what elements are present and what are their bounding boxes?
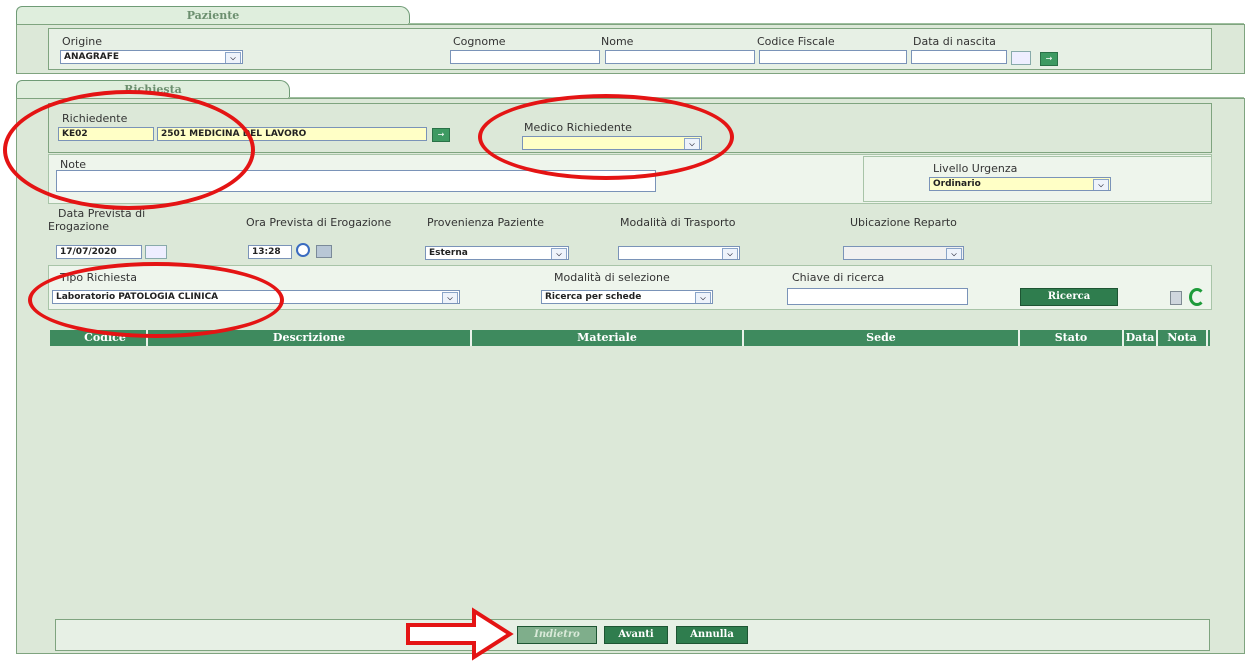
cancel-button[interactable]: Annulla — [676, 626, 748, 644]
transport-select[interactable]: ⌵ — [618, 246, 740, 260]
calendar-icon[interactable] — [145, 245, 167, 259]
refresh-icon[interactable] — [1189, 288, 1205, 306]
back-button[interactable]: Indietro — [517, 626, 597, 644]
annotation-ellipse-request-type — [28, 262, 284, 338]
column-header-stato[interactable]: Stato — [1020, 330, 1124, 346]
chevron-down-icon: ⌵ — [695, 292, 711, 303]
selection-mode-label: Modalità di selezione — [554, 271, 670, 284]
surname-input[interactable] — [450, 50, 600, 64]
patient-origin-label: Provenienza Paziente — [427, 216, 545, 229]
printer-icon[interactable] — [316, 245, 332, 258]
fiscal-code-label: Codice Fiscale — [757, 35, 835, 48]
birth-date-input[interactable] — [911, 50, 1007, 64]
annotation-ellipse-requester — [3, 90, 255, 210]
scheduled-time-input[interactable]: 13:28 — [248, 245, 292, 259]
transport-label: Modalità di Trasporto — [620, 216, 736, 229]
chevron-down-icon: ⌵ — [722, 248, 738, 259]
urgency-label: Livello Urgenza — [933, 162, 1018, 175]
clock-icon[interactable] — [296, 243, 310, 257]
tab-paziente[interactable]: Paziente — [16, 6, 410, 25]
chevron-down-icon: ⌵ — [946, 248, 962, 259]
ward-label: Ubicazione Reparto — [850, 216, 957, 229]
annotation-ellipse-doctor — [478, 94, 734, 180]
urgency-value: Ordinario — [933, 179, 981, 189]
column-header-nota[interactable]: Nota — [1158, 330, 1208, 346]
name-input[interactable] — [605, 50, 755, 64]
scheduled-date-label-2: Erogazione — [48, 220, 109, 233]
search-button[interactable]: Ricerca — [1020, 288, 1118, 306]
selection-mode-select[interactable]: Ricerca per schede ⌵ — [541, 290, 713, 304]
next-button[interactable]: Avanti — [604, 626, 668, 644]
chevron-down-icon: ⌵ — [551, 248, 567, 259]
patient-origin-value: Esterna — [429, 248, 468, 258]
chevron-down-icon: ⌵ — [1093, 179, 1109, 190]
search-key-label: Chiave di ricerca — [792, 271, 885, 284]
scheduled-date-input[interactable]: 17/07/2020 — [56, 245, 142, 259]
column-header-materiale[interactable]: Materiale — [472, 330, 744, 346]
urgency-select[interactable]: Ordinario ⌵ — [929, 177, 1111, 191]
chevron-down-icon: ⌵ — [225, 52, 241, 63]
surname-label: Cognome — [453, 35, 506, 48]
requester-go-button[interactable]: → — [432, 128, 450, 142]
birth-date-label: Data di nascita — [913, 35, 996, 48]
patient-origin-select[interactable]: Esterna ⌵ — [425, 246, 569, 260]
annotation-arrow-icon — [406, 607, 514, 661]
fiscal-code-input[interactable] — [759, 50, 907, 64]
origin-value: ANAGRAFE — [64, 52, 120, 62]
origin-label: Origine — [62, 35, 103, 48]
birth-date-go-button[interactable]: → — [1040, 52, 1058, 66]
column-header-data[interactable]: Data — [1124, 330, 1158, 346]
column-header-sede[interactable]: Sede — [744, 330, 1020, 346]
document-icon[interactable] — [1170, 291, 1182, 305]
scheduled-time-label: Ora Prevista di Erogazione — [246, 216, 392, 229]
calendar-icon[interactable] — [1011, 51, 1031, 65]
origin-select[interactable]: ANAGRAFE ⌵ — [60, 50, 243, 64]
ward-select[interactable]: ⌵ — [843, 246, 964, 260]
search-key-input[interactable] — [787, 288, 968, 305]
name-label: Nome — [601, 35, 634, 48]
selection-mode-value: Ricerca per schede — [545, 292, 642, 302]
chevron-down-icon: ⌵ — [442, 292, 458, 303]
